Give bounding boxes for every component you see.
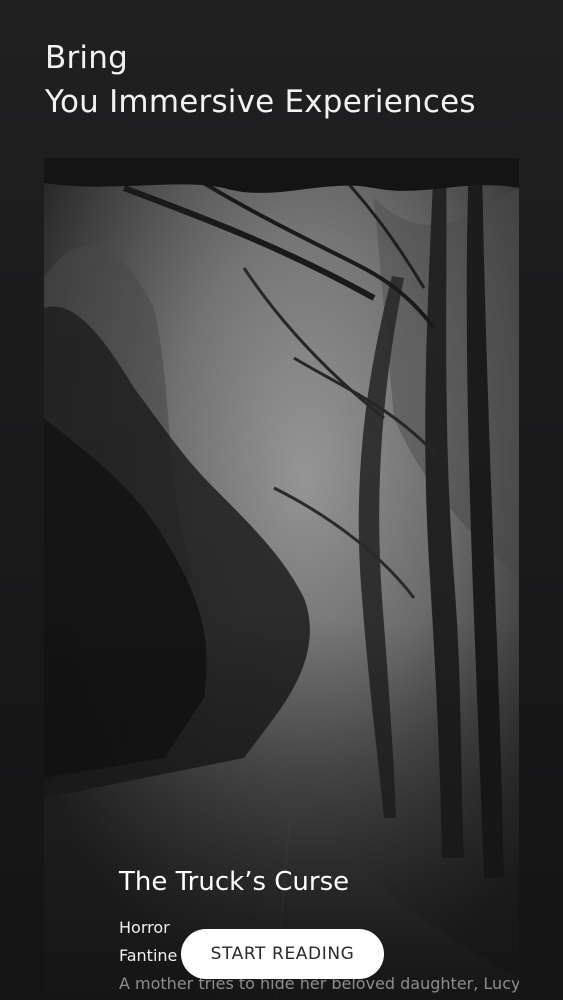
story-title: The Truck’s Curse (119, 867, 350, 897)
headline: Bring You Immersive Experiences (45, 36, 476, 124)
headline-line-1: Bring (45, 40, 128, 76)
start-reading-button[interactable]: START READING (181, 929, 384, 979)
story-cover-card[interactable]: The Truck’s Curse Horror Fantine Dream A… (44, 158, 519, 1000)
onboarding-screen: Bring You Immersive Experiences The Truc… (0, 0, 563, 1000)
headline-line-2: You Immersive Experiences (45, 84, 476, 120)
